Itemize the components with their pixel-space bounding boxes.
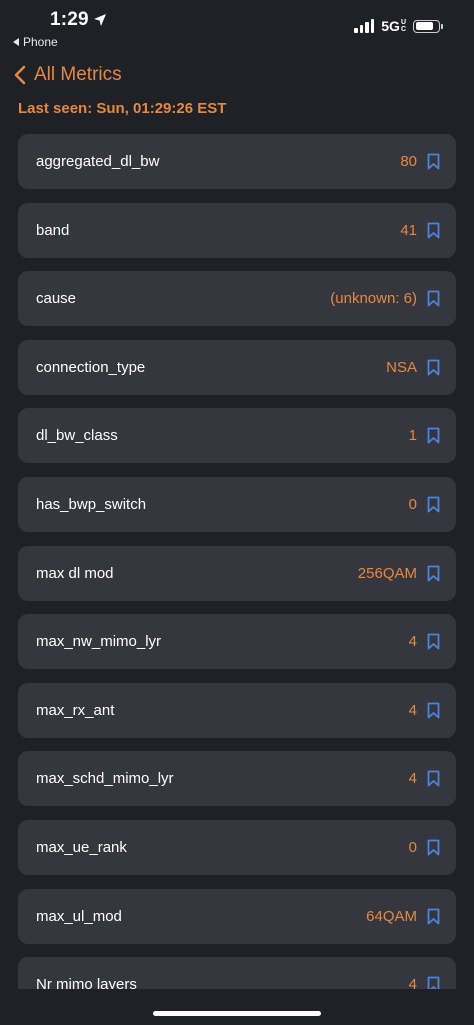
metric-value: (unknown: 6) (330, 290, 417, 308)
metric-name: max dl mod (36, 564, 114, 582)
metric-value: 4 (408, 633, 417, 651)
network-superscript: U C (400, 19, 406, 33)
metric-row[interactable]: dl_bw_class 1 (18, 408, 456, 464)
location-arrow-icon (93, 14, 106, 26)
back-app-label: Phone (23, 35, 58, 49)
chevron-left-icon (14, 65, 26, 85)
network-type: 5G U C (381, 18, 406, 34)
metric-name: max_rx_ant (36, 701, 115, 719)
metric-name: cause (36, 290, 77, 308)
back-triangle-icon (13, 38, 19, 46)
bookmark-icon[interactable] (427, 565, 440, 582)
metric-value: 4 (408, 770, 417, 788)
metric-value: 41 (400, 221, 417, 239)
metric-name: max_nw_mimo_lyr (36, 633, 162, 651)
bookmark-icon[interactable] (427, 633, 440, 650)
metric-value: 0 (408, 839, 417, 856)
metric-name: max_schd_mimo_lyr (36, 770, 174, 788)
bookmark-icon[interactable] (427, 427, 440, 444)
metric-row[interactable]: Nr mimo layers 4 (18, 957, 456, 989)
metric-value: 0 (408, 496, 417, 513)
back-button[interactable]: All Metrics (14, 64, 122, 86)
metric-value: 64QAM (366, 907, 417, 925)
metric-row[interactable]: max_schd_mimo_lyr 4 (18, 751, 456, 807)
bookmark-icon[interactable] (427, 222, 440, 239)
home-indicator[interactable] (153, 1011, 321, 1016)
status-bar: 1:29 Phone 5G U C (0, 0, 474, 56)
bookmark-icon[interactable] (427, 359, 440, 376)
bookmark-icon[interactable] (427, 290, 440, 307)
battery-icon (413, 19, 443, 33)
bookmark-icon[interactable] (427, 153, 440, 170)
metric-value: 256QAM (357, 564, 417, 582)
clock-text: 1:29 (50, 9, 89, 30)
metric-row[interactable]: max_ul_mod 64QAM (18, 888, 456, 944)
metric-row[interactable]: max_ue_rank 0 (18, 820, 456, 875)
metric-value: 1 (408, 427, 417, 445)
back-to-app-button[interactable]: Phone (13, 35, 58, 49)
metric-value: 4 (408, 701, 417, 719)
metric-name: max_ue_rank (36, 839, 127, 856)
metric-row[interactable]: max_nw_mimo_lyr 4 (18, 614, 456, 670)
status-indicators: 5G U C (354, 18, 443, 34)
metric-row[interactable]: max dl mod 256QAM (18, 545, 456, 601)
bookmark-icon[interactable] (427, 839, 440, 856)
metric-name: dl_bw_class (36, 427, 118, 445)
metric-name: aggregated_dl_bw (36, 153, 160, 170)
last-seen-text: Last seen: Sun, 01:29:26 EST (18, 100, 227, 117)
metric-row[interactable]: max_rx_ant 4 (18, 682, 456, 738)
bookmark-icon[interactable] (427, 770, 440, 787)
network-label: 5G (381, 18, 400, 34)
bookmark-icon[interactable] (427, 702, 440, 719)
status-time: 1:29 (50, 9, 107, 31)
metric-row[interactable]: cause (unknown: 6) (18, 271, 456, 327)
metric-name: has_bwp_switch (36, 496, 147, 513)
metric-value: NSA (386, 358, 417, 376)
metric-row[interactable]: band 41 (18, 202, 456, 258)
metric-value: 4 (408, 976, 417, 989)
metric-row[interactable]: has_bwp_switch 0 (18, 477, 456, 532)
bookmark-icon[interactable] (427, 908, 440, 925)
metric-name: connection_type (36, 358, 146, 376)
metric-list: aggregated_dl_bw 80 band 41 cause (unknown: 6… (18, 134, 456, 989)
bookmark-icon[interactable] (427, 496, 440, 513)
metric-row[interactable]: aggregated_dl_bw 80 (18, 134, 456, 189)
cellular-signal-icon (354, 19, 375, 33)
bookmark-icon[interactable] (427, 976, 440, 989)
metric-value: 80 (400, 153, 417, 170)
back-button-label: All Metrics (34, 64, 122, 85)
metric-name: max_ul_mod (36, 907, 122, 925)
metric-name: band (36, 221, 70, 239)
metric-row[interactable]: connection_type NSA (18, 339, 456, 395)
battery-fill (415, 22, 434, 30)
metric-name: Nr mimo layers (36, 976, 137, 989)
